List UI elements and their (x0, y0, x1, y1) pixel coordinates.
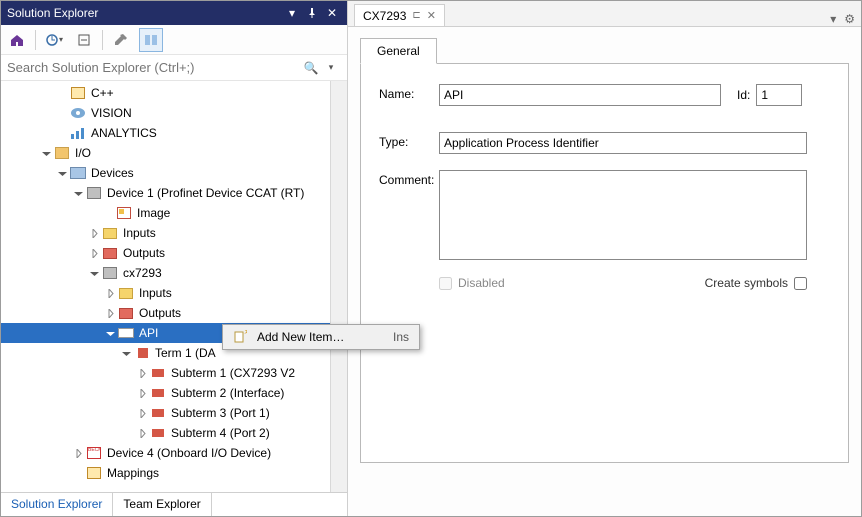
type-field (439, 132, 807, 154)
tree-node-vision[interactable]: VISION (1, 103, 330, 123)
tree-node-subterm3[interactable]: Subterm 3 (Port 1) (1, 403, 330, 423)
tree-node-subterm1[interactable]: Subterm 1 (CX7293 V2 (1, 363, 330, 383)
home-button[interactable] (5, 28, 29, 52)
menu-add-new-item[interactable]: ✶ Add New Item… Ins (223, 325, 419, 349)
tab-solution-explorer[interactable]: Solution Explorer (1, 493, 113, 516)
expand-icon[interactable] (71, 189, 85, 198)
svg-text:✶: ✶ (243, 330, 247, 339)
beckhoff-icon: BECK (85, 445, 103, 461)
search-row: 🔍 ▾ (1, 55, 347, 81)
property-panel: Name: Id: Type: Comment: Disabled Create… (360, 63, 849, 463)
context-menu: ✶ Add New Item… Ins (222, 324, 420, 350)
expand-icon[interactable] (87, 229, 101, 238)
disabled-checkbox[interactable]: Disabled (439, 276, 505, 290)
tab-team-explorer[interactable]: Team Explorer (113, 493, 211, 516)
io-icon (53, 145, 71, 161)
scrollbar[interactable] (330, 81, 347, 492)
menu-shortcut: Ins (393, 330, 413, 344)
doc-tab-cx7293[interactable]: CX7293 ⊏ ✕ (354, 4, 445, 26)
subterm-icon (149, 385, 167, 401)
subterm-icon (149, 365, 167, 381)
comment-label: Comment: (379, 170, 439, 187)
search-dropdown-icon[interactable]: ▾ (321, 62, 341, 73)
expand-icon[interactable] (135, 409, 149, 418)
close-icon[interactable]: ✕ (323, 4, 341, 22)
vision-icon (69, 105, 87, 121)
expand-icon[interactable] (71, 449, 85, 458)
tree-node-mappings[interactable]: Mappings (1, 463, 330, 483)
folder-icon (101, 225, 119, 241)
tree-node-subterm4[interactable]: Subterm 4 (Port 2) (1, 423, 330, 443)
mappings-icon (85, 465, 103, 481)
tree-node-image[interactable]: Image (1, 203, 330, 223)
expand-icon[interactable] (135, 369, 149, 378)
device-icon (85, 185, 103, 201)
subterm-icon (149, 405, 167, 421)
menu-label: Add New Item… (251, 330, 393, 344)
search-icon[interactable]: 🔍 (301, 61, 321, 75)
tree-node-analytics[interactable]: ANALYTICS (1, 123, 330, 143)
folder-icon (101, 245, 119, 261)
image-icon (115, 205, 133, 221)
code-icon (69, 85, 87, 101)
api-icon (117, 325, 135, 341)
tree-node-device1[interactable]: Device 1 (Profinet Device CCAT (RT) (1, 183, 330, 203)
comment-field[interactable] (439, 170, 807, 260)
collapse-button[interactable] (72, 28, 96, 52)
gear-icon[interactable]: ⚙ (844, 12, 855, 26)
tree-node-cpp[interactable]: C++ (1, 83, 330, 103)
expand-icon[interactable] (119, 349, 133, 358)
search-input[interactable] (7, 60, 301, 75)
pin-icon[interactable]: ⊏ (412, 10, 420, 21)
dropdown-icon[interactable]: ▾ (283, 4, 301, 22)
tree-node-inputs1[interactable]: Inputs (1, 223, 330, 243)
expand-icon[interactable] (135, 389, 149, 398)
name-label: Name: (379, 84, 439, 101)
tree-node-io[interactable]: I/O (1, 143, 330, 163)
tree-node-inputs2[interactable]: Inputs (1, 283, 330, 303)
analytics-icon (69, 125, 87, 141)
id-field[interactable] (756, 84, 802, 106)
module-icon (101, 265, 119, 281)
tree: C++ VISION ANALYTICS I/O Devices Device … (1, 81, 330, 485)
tree-node-device4[interactable]: BECKDevice 4 (Onboard I/O Device) (1, 443, 330, 463)
term-icon (133, 345, 151, 361)
add-item-icon: ✶ (229, 330, 251, 344)
doc-tab-label: CX7293 (363, 9, 406, 23)
dropdown-icon[interactable]: ▾ (830, 12, 836, 26)
pin-icon[interactable] (303, 4, 321, 22)
create-symbols-checkbox[interactable]: Create symbols (705, 276, 807, 290)
show-all-button[interactable] (139, 28, 163, 52)
type-label: Type: (379, 132, 439, 149)
toolbar: ▾ (1, 25, 347, 55)
id-label: Id: (737, 88, 750, 102)
expand-icon[interactable] (103, 329, 117, 338)
bottom-tabs: Solution Explorer Team Explorer (1, 492, 347, 516)
panel-title: Solution Explorer (7, 6, 98, 20)
name-field[interactable] (439, 84, 721, 106)
expand-icon[interactable] (55, 169, 69, 178)
expand-icon[interactable] (135, 429, 149, 438)
expand-icon[interactable] (87, 249, 101, 258)
expand-icon[interactable] (103, 289, 117, 298)
devices-icon (69, 165, 87, 181)
tree-node-subterm2[interactable]: Subterm 2 (Interface) (1, 383, 330, 403)
tree-node-cx7293[interactable]: cx7293 (1, 263, 330, 283)
refresh-button[interactable]: ▾ (42, 28, 66, 52)
tree-node-outputs1[interactable]: Outputs (1, 243, 330, 263)
folder-icon (117, 305, 135, 321)
tab-general[interactable]: General (360, 38, 437, 64)
document-tabs: CX7293 ⊏ ✕ ▾ ⚙ (348, 1, 861, 27)
expand-icon[interactable] (39, 149, 53, 158)
expand-icon[interactable] (103, 309, 117, 318)
solution-explorer-header: Solution Explorer ▾ ✕ (1, 1, 347, 25)
properties-button[interactable] (109, 28, 133, 52)
tree-node-devices[interactable]: Devices (1, 163, 330, 183)
folder-icon (117, 285, 135, 301)
close-icon[interactable]: ✕ (427, 9, 436, 22)
tree-node-outputs2[interactable]: Outputs (1, 303, 330, 323)
subterm-icon (149, 425, 167, 441)
expand-icon[interactable] (87, 269, 101, 278)
